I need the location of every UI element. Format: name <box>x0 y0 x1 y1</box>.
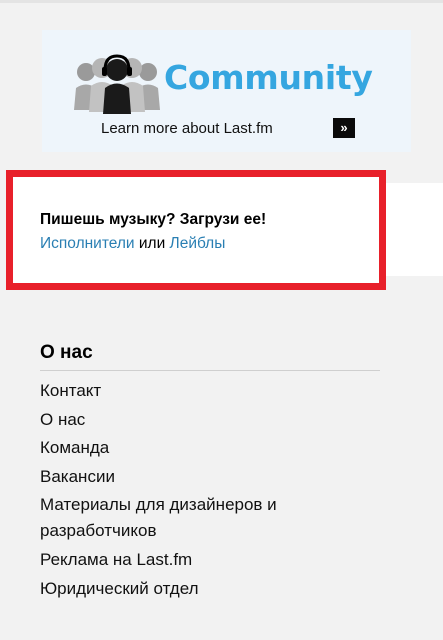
about-link-team[interactable]: Команда <box>40 434 380 463</box>
about-link-legal[interactable]: Юридический отдел <box>40 575 380 604</box>
about-links-list: Контакт О нас Команда Вакансии Материалы… <box>40 377 380 603</box>
about-link-about[interactable]: О нас <box>40 406 380 435</box>
about-section: О нас Контакт О нас Команда Вакансии Мат… <box>40 340 380 603</box>
community-title: Community <box>164 58 373 97</box>
people-icon <box>74 54 160 114</box>
or-separator: или <box>134 235 170 252</box>
double-arrow-icon[interactable]: » <box>333 118 355 138</box>
upload-music-box: Пишешь музыку? Загрузи ее! Исполнители и… <box>6 170 386 290</box>
upload-heading: Пишешь музыку? Загрузи ее! <box>40 211 267 228</box>
about-link-advertising[interactable]: Реклама на Last.fm <box>40 546 380 575</box>
about-link-jobs[interactable]: Вакансии <box>40 463 380 492</box>
about-link-developers[interactable]: Материалы для дизайнеров и разработчиков <box>40 491 380 546</box>
community-banner[interactable]: Community Learn more about Last.fm » <box>42 30 411 152</box>
upload-box-background <box>385 183 443 276</box>
upload-links: Исполнители или Лейблы <box>40 234 225 254</box>
learn-more-link[interactable]: Learn more about Last.fm <box>101 119 273 139</box>
top-divider <box>0 0 443 3</box>
about-link-contact[interactable]: Контакт <box>40 377 380 406</box>
about-heading: О нас <box>40 340 380 371</box>
labels-link[interactable]: Лейблы <box>170 235 226 252</box>
artists-link[interactable]: Исполнители <box>40 235 135 252</box>
